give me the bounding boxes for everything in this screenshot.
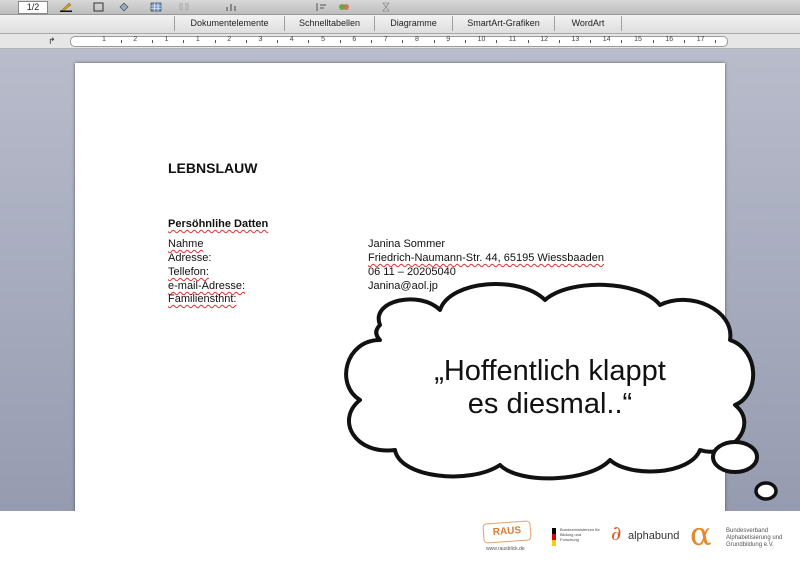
alphabund-name: alphabund: [628, 530, 680, 542]
thought-line-2: es diesmal..“: [467, 388, 633, 420]
raus-url: www.rausblick.de: [486, 546, 525, 552]
alphabund-mark: ∂: [611, 521, 622, 545]
thought-line-1: „Hoffentlich klappt: [434, 355, 666, 387]
bundesverband-alpha-mark: α: [690, 515, 712, 553]
bundesverband-text: Bundesverband Alphabetisierung und Grund…: [726, 528, 783, 548]
footer-logos: [0, 511, 800, 565]
thought-bubble-cloud: [344, 282, 778, 501]
bmbf-logo-text: Bundesministerium für Bildung und Forsch…: [560, 527, 600, 542]
thought-bubble-text: „Hoffentlich klappt es diesmal..“: [380, 355, 720, 421]
raus-logo: RAUS: [482, 520, 532, 544]
german-flag-icon: [552, 528, 556, 546]
